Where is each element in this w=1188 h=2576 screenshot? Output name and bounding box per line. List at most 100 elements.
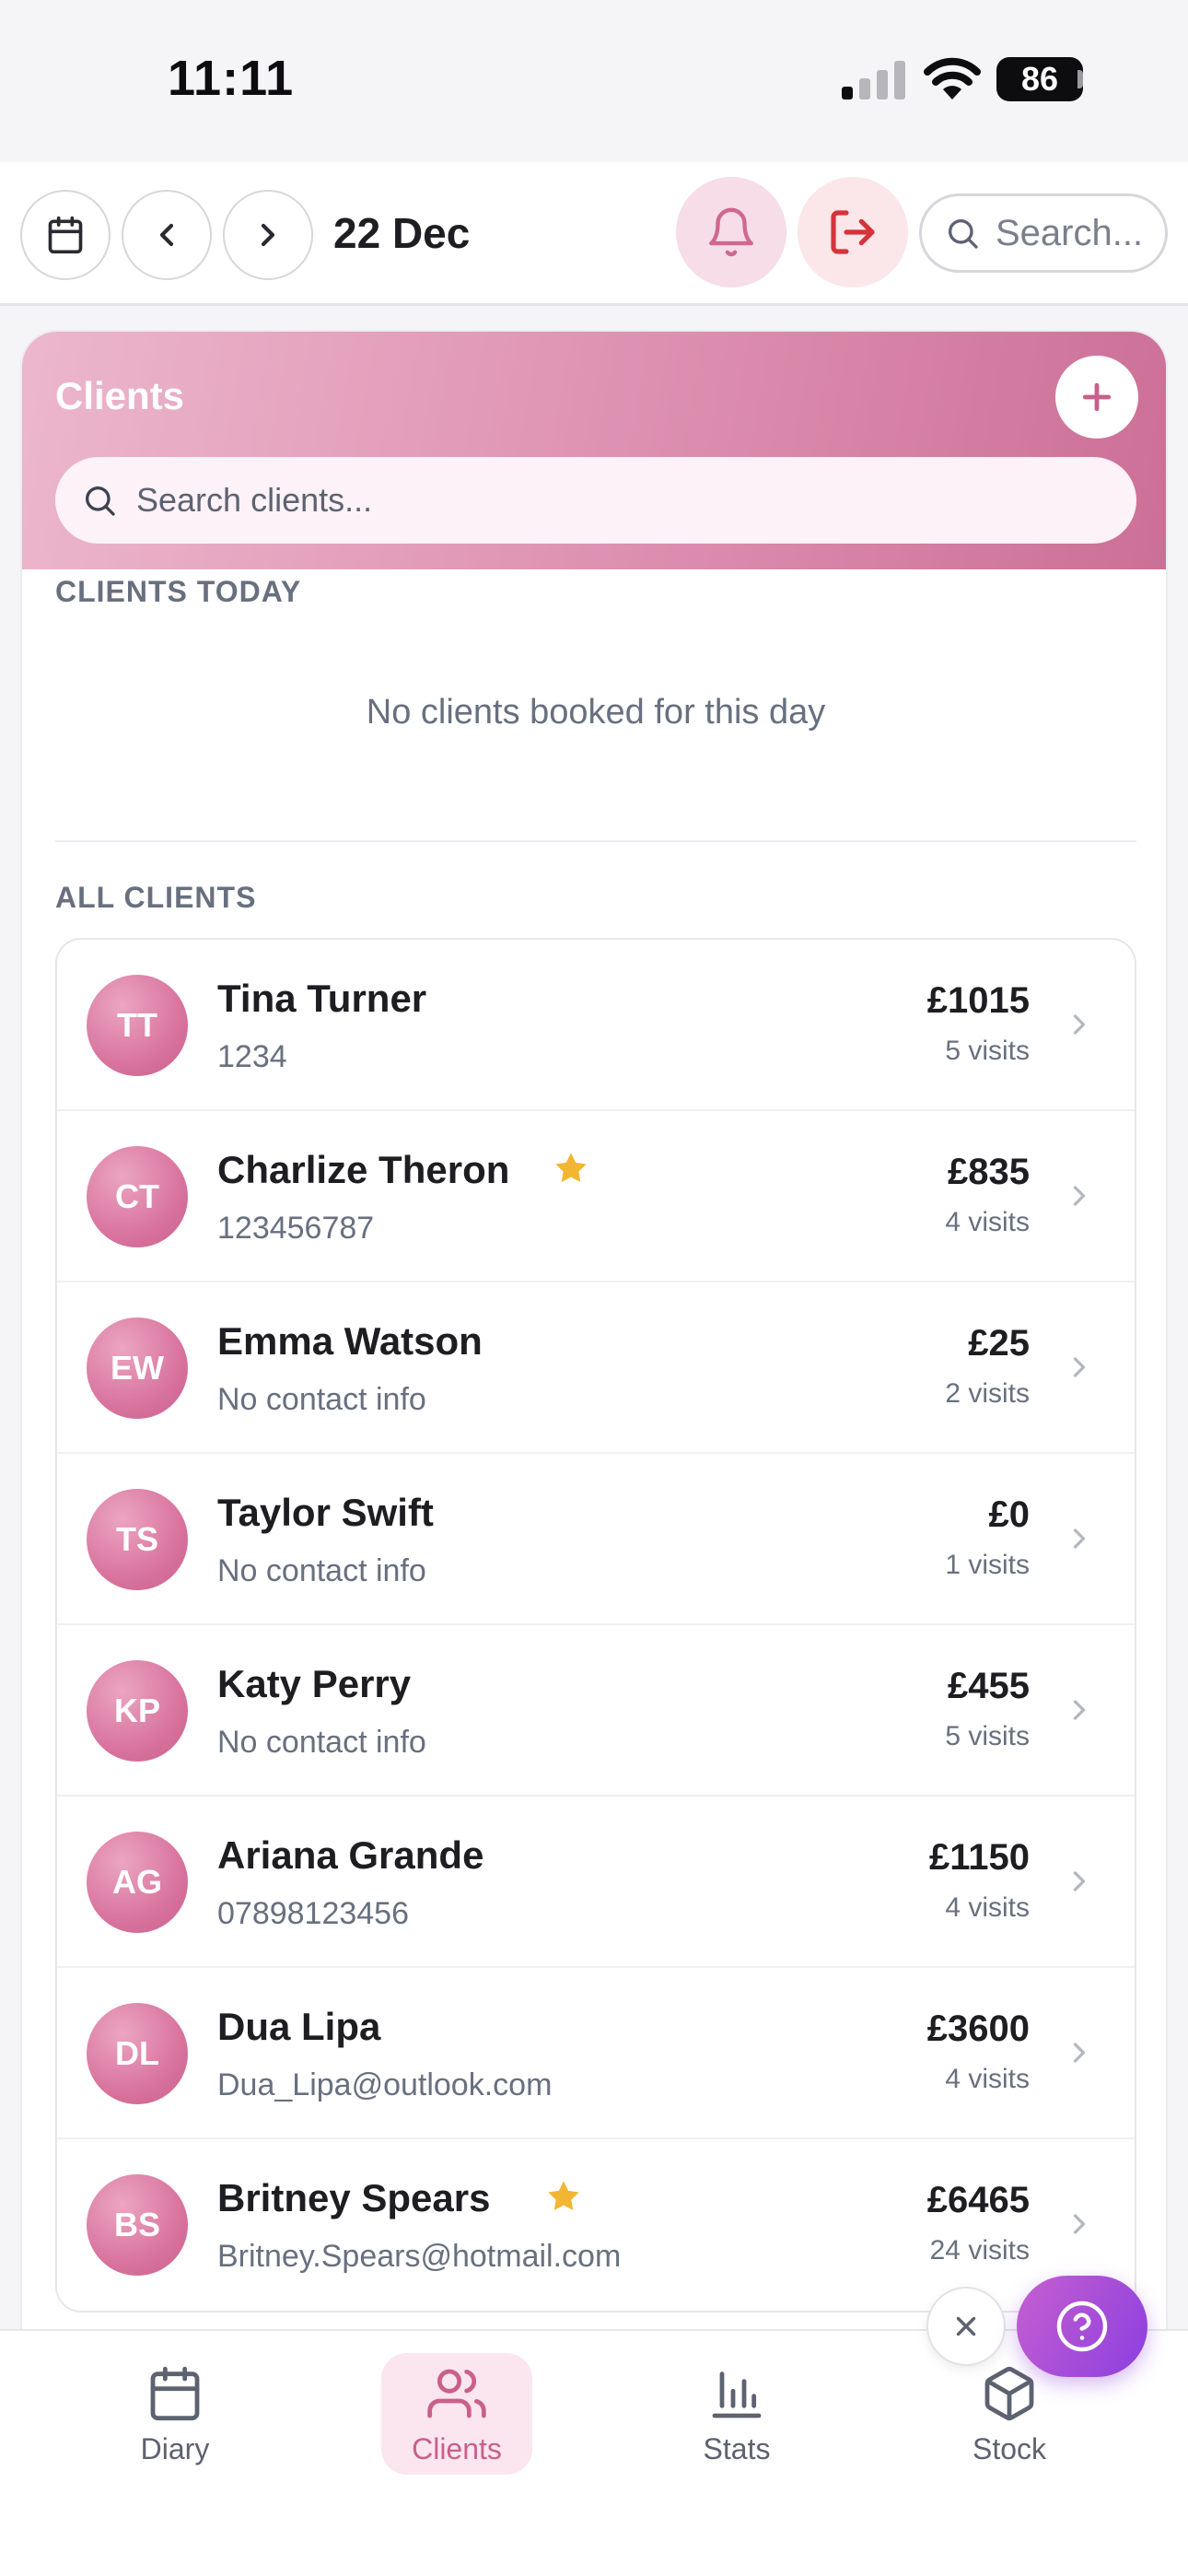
client-visit-count: 5 visits [945, 1036, 1030, 1066]
chevron-left-icon [159, 223, 174, 247]
client-name: Britney Spears [217, 2176, 491, 2219]
avatar: BS [87, 2174, 188, 2276]
calendar-button[interactable] [20, 190, 111, 280]
client-visit-count: 1 visits [945, 1550, 1030, 1580]
chevron-right-icon [1073, 1700, 1086, 1720]
client-row-taylor-swift[interactable]: TS Taylor Swift No contact info £0 1 vis… [57, 1454, 1135, 1625]
client-visit-count: 2 visits [945, 1378, 1030, 1409]
client-name: Tina Turner [217, 977, 427, 1020]
avatar: EW [87, 1317, 188, 1419]
chevron-right-icon [1073, 1871, 1086, 1891]
package-icon [984, 2366, 1034, 2421]
client-name: Taylor Swift [217, 1491, 434, 1534]
client-name: Charlize Theron [217, 1148, 510, 1191]
status-time: 11:11 [168, 51, 295, 106]
battery-cap [1077, 70, 1083, 88]
search-icon [86, 486, 115, 516]
client-contact: No contact info [217, 1382, 426, 1417]
client-name: Emma Watson [217, 1319, 483, 1363]
client-total-spent: £1015 [926, 980, 1030, 1021]
previous-day-button[interactable] [122, 190, 212, 280]
client-search-input[interactable]: Search clients... [55, 457, 1136, 544]
client-name: Ariana Grande [217, 1833, 484, 1877]
avatar: DL [87, 2003, 188, 2104]
chevron-right-icon [261, 223, 275, 247]
client-row-ariana-grande[interactable]: AG Ariana Grande 07898123456 £1150 4 vis… [57, 1797, 1135, 1968]
chevron-right-icon [1073, 2043, 1086, 2063]
next-day-button[interactable] [223, 190, 313, 280]
notifications-button[interactable] [676, 177, 786, 287]
client-contact: Dua_Lipa@outlook.com [217, 2067, 553, 2102]
calendar-icon [150, 2366, 200, 2421]
all-clients-label: ALL CLIENTS [55, 881, 257, 914]
nav-label-clients: Clients [412, 2432, 502, 2465]
client-visit-count: 4 visits [945, 2064, 1030, 2094]
nav-item-stats[interactable]: Stats [661, 2353, 812, 2475]
client-contact: 1234 [217, 1039, 287, 1074]
client-contact: 123456787 [217, 1211, 375, 1246]
client-total-spent: £1150 [928, 1837, 1030, 1878]
dismiss-help-button[interactable] [926, 2287, 1006, 2366]
plus-icon [1082, 382, 1112, 412]
client-total-spent: £25 [968, 1323, 1030, 1364]
top-toolbar: 22 Dec Search... [0, 162, 1188, 306]
avatar: CT [87, 1146, 188, 1247]
avatar: TT [87, 975, 188, 1076]
client-row-emma-watson[interactable]: EW Emma Watson No contact info £25 2 vis… [57, 1282, 1135, 1454]
client-name: Katy Perry [217, 1662, 412, 1705]
star-icon [555, 1153, 587, 1182]
users-icon [427, 2369, 486, 2418]
client-total-spent: £835 [948, 1152, 1030, 1192]
client-contact: Britney.Spears@hotmail.com [217, 2239, 622, 2274]
nav-label-stats: Stats [703, 2432, 771, 2465]
client-total-spent: £455 [948, 1666, 1030, 1706]
section-divider [55, 840, 1136, 842]
client-visit-count: 4 visits [945, 1207, 1030, 1237]
logout-icon [831, 210, 875, 254]
global-search-input[interactable]: Search... [919, 193, 1168, 273]
bottom-nav: Diary Clients Stats Stock [0, 2329, 1188, 2576]
current-date[interactable]: 22 Dec [333, 208, 470, 258]
client-visit-count: 24 visits [929, 2235, 1030, 2266]
help-circle-icon [1056, 2301, 1108, 2352]
avatar: TS [87, 1489, 188, 1590]
client-contact: No contact info [217, 1553, 426, 1588]
client-visit-count: 4 visits [945, 1892, 1030, 1923]
wifi-icon [924, 57, 981, 100]
status-bar: 11:11 86 [0, 0, 1188, 162]
chevron-right-icon [1073, 1186, 1086, 1206]
client-row-tina-turner[interactable]: TT Tina Turner 1234 £1015 5 visits [57, 940, 1135, 1111]
bar-chart-icon [712, 2371, 762, 2418]
bell-icon [709, 207, 753, 257]
cellular-signal-icon [842, 61, 905, 100]
calendar-icon [48, 216, 83, 254]
clients-today-label: CLIENTS TODAY [55, 575, 302, 608]
nav-item-clients[interactable]: Clients [381, 2353, 532, 2475]
client-total-spent: £0 [988, 1494, 1031, 1535]
client-row-britney-spears[interactable]: BS Britney Spears Britney.Spears@hotmail… [57, 2139, 1135, 2311]
client-total-spent: £3600 [926, 2008, 1030, 2049]
clients-header: Clients Search clients... [22, 332, 1166, 569]
avatar: KP [87, 1660, 188, 1762]
battery-indicator: 86 [996, 57, 1083, 101]
add-client-button[interactable] [1055, 356, 1138, 439]
client-visit-count: 5 visits [945, 1721, 1030, 1751]
nav-item-diary[interactable]: Diary [99, 2353, 250, 2475]
nav-label-stock: Stock [972, 2432, 1047, 2465]
client-total-spent: £6465 [926, 2180, 1030, 2220]
chevron-right-icon [1073, 1357, 1086, 1377]
clients-title: Clients [55, 374, 185, 417]
client-row-dua-lipa[interactable]: DL Dua Lipa Dua_Lipa@outlook.com £3600 4… [57, 1968, 1135, 2139]
nav-label-diary: Diary [140, 2432, 210, 2465]
clients-card: Clients Search clients... CLIENTS TODAY … [20, 330, 1168, 2449]
close-icon [956, 2316, 976, 2336]
logout-button[interactable] [798, 177, 908, 287]
help-button[interactable] [1017, 2276, 1147, 2377]
client-name: Dua Lipa [217, 2005, 381, 2048]
chevron-right-icon [1073, 2214, 1086, 2234]
client-row-katy-perry[interactable]: KP Katy Perry No contact info £455 5 vis… [57, 1625, 1135, 1797]
chevron-right-icon [1073, 1528, 1086, 1549]
client-row-charlize-theron[interactable]: CT Charlize Theron 123456787 £835 4 visi… [57, 1111, 1135, 1282]
chevron-right-icon [1073, 1014, 1086, 1035]
client-contact: 07898123456 [217, 1896, 410, 1931]
